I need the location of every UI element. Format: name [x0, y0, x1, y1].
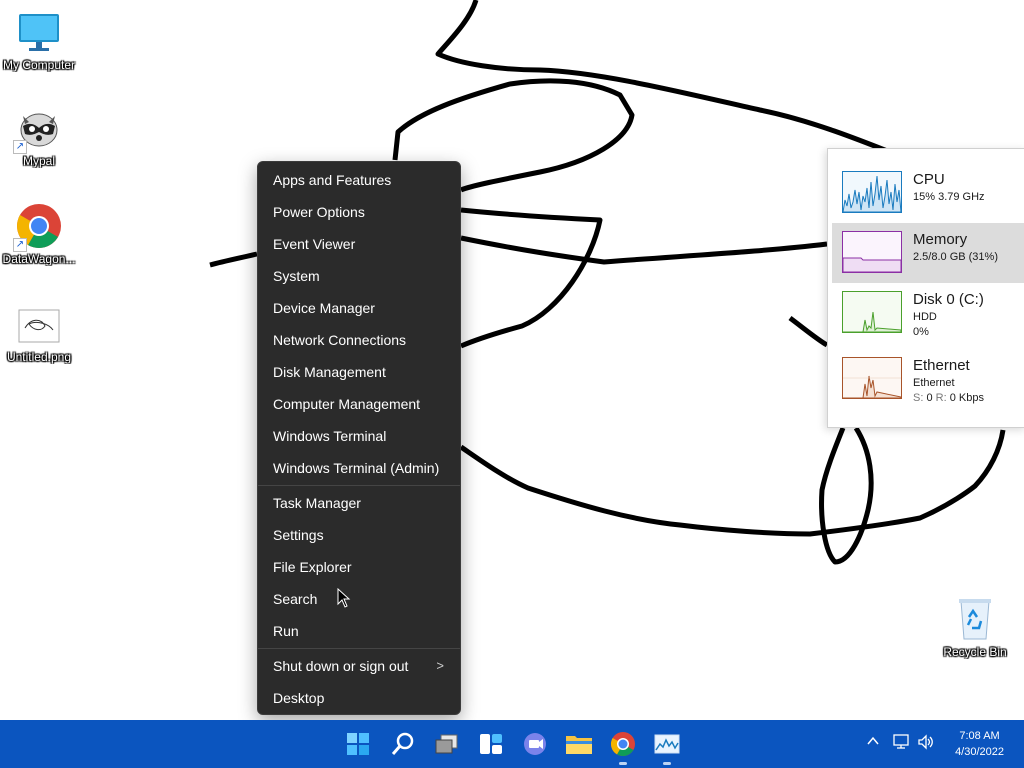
power-user-menu: Apps and Features Power Options Event Vi… [257, 161, 461, 715]
mouse-cursor-icon [337, 588, 351, 608]
menu-item-computer-management[interactable]: Computer Management [258, 388, 460, 420]
widgets-icon [480, 734, 502, 754]
image-file-icon [15, 300, 63, 348]
chevron-right-icon: > [436, 658, 444, 673]
start-button[interactable] [342, 728, 374, 760]
running-indicator [663, 762, 671, 765]
network-icon [893, 734, 909, 749]
recycle-bin-icon [951, 595, 999, 643]
clock[interactable]: 7:08 AM 4/30/2022 [955, 728, 1004, 760]
menu-item-system[interactable]: System [258, 260, 460, 292]
monitor-icon [15, 8, 63, 56]
chrome-icon [610, 732, 635, 757]
file-explorer-icon [566, 736, 592, 754]
menu-item-power-options[interactable]: Power Options [258, 196, 460, 228]
memory-usage: 2.5/8.0 GB (31%) [913, 251, 998, 263]
desktop-icon-label: Recycle Bin [943, 645, 1007, 659]
menu-item-windows-terminal-admin[interactable]: Windows Terminal (Admin) [258, 452, 460, 484]
memory-graph [842, 231, 902, 273]
running-indicator [619, 762, 627, 765]
ethernet-throughput: S: 0 R: 0 Kbps [913, 392, 984, 404]
menu-item-task-manager[interactable]: Task Manager [258, 487, 460, 519]
desktop-icon-label: Mypal [22, 154, 55, 168]
menu-item-shut-down-or-sign-out[interactable]: Shut down or sign out > [258, 650, 460, 682]
menu-item-apps-and-features[interactable]: Apps and Features [258, 164, 460, 196]
receive-value: 0 Kbps [949, 392, 984, 404]
menu-item-search[interactable]: Search [258, 583, 460, 615]
teams-chat-icon [524, 733, 546, 755]
chrome-taskbar-button[interactable] [607, 728, 639, 765]
menu-item-run[interactable]: Run [258, 615, 460, 647]
chevron-up-icon [867, 736, 879, 745]
desktop-icon-untitled-png[interactable]: Untitled.png [0, 300, 78, 364]
send-label: S: [913, 392, 924, 404]
cpu-title: CPU [913, 171, 945, 188]
widgets-button[interactable] [475, 728, 507, 760]
task-view-button[interactable] [431, 728, 463, 760]
volume-button[interactable] [917, 734, 935, 753]
perf-item-ethernet[interactable]: Ethernet Ethernet S: 0 R: 0 Kbps [832, 349, 1024, 409]
receive-label: R: [935, 392, 947, 404]
ethernet-adapter: Ethernet [913, 377, 955, 389]
file-explorer-button[interactable] [563, 728, 595, 760]
ethernet-graph [842, 357, 902, 399]
memory-title: Memory [913, 231, 968, 248]
menu-separator [258, 485, 460, 486]
menu-item-network-connections[interactable]: Network Connections [258, 324, 460, 356]
desktop-icon-label: My Computer [2, 58, 76, 72]
desktop-icon-label: Untitled.png [6, 350, 72, 364]
teams-chat-button[interactable] [519, 728, 551, 760]
desktop-icon-datawagon[interactable]: ↗ DataWagon... [0, 202, 78, 266]
taskbar: 7:08 AM 4/30/2022 [0, 720, 1024, 768]
menu-separator [258, 648, 460, 649]
task-manager-icon [654, 734, 680, 754]
menu-item-event-viewer[interactable]: Event Viewer [258, 228, 460, 260]
send-value: 0 [926, 392, 933, 404]
clock-date: 4/30/2022 [955, 746, 1004, 758]
chrome-icon: ↗ [13, 202, 63, 252]
menu-item-windows-terminal[interactable]: Windows Terminal [258, 420, 460, 452]
disk-type: HDD [913, 311, 937, 323]
shortcut-arrow-icon: ↗ [13, 140, 27, 154]
perf-item-disk[interactable]: Disk 0 (C:) HDD 0% [832, 283, 1024, 343]
cpu-usage: 15% 3.79 GHz [913, 191, 985, 203]
start-icon [347, 733, 369, 755]
cpu-graph [842, 171, 902, 213]
desktop-icon-label: DataWagon... [2, 252, 76, 266]
network-button[interactable] [892, 734, 910, 753]
perf-item-cpu[interactable]: CPU 15% 3.79 GHz [832, 163, 1024, 223]
menu-item-file-explorer[interactable]: File Explorer [258, 551, 460, 583]
task-manager-performance-panel: CPU 15% 3.79 GHz Memory 2.5/8.0 GB (31%)… [827, 148, 1024, 428]
ethernet-title: Ethernet [913, 357, 970, 374]
menu-item-desktop[interactable]: Desktop [258, 682, 460, 714]
menu-item-disk-management[interactable]: Disk Management [258, 356, 460, 388]
perf-item-memory[interactable]: Memory 2.5/8.0 GB (31%) [832, 223, 1024, 283]
menu-item-label: Shut down or sign out [273, 658, 409, 674]
task-view-icon [435, 734, 458, 754]
desktop-icon-mypal[interactable]: ↗ Mypal [0, 104, 78, 168]
disk-title: Disk 0 (C:) [913, 291, 984, 308]
show-hidden-icons-button[interactable] [866, 734, 880, 751]
disk-graph [842, 291, 902, 333]
menu-item-settings[interactable]: Settings [258, 519, 460, 551]
search-button[interactable] [387, 728, 419, 760]
clock-time: 7:08 AM [959, 730, 1000, 742]
disk-usage: 0% [913, 326, 929, 338]
shortcut-arrow-icon: ↗ [13, 238, 27, 252]
menu-item-device-manager[interactable]: Device Manager [258, 292, 460, 324]
volume-icon [918, 734, 933, 750]
desktop-icon-my-computer[interactable]: My Computer [0, 8, 78, 72]
search-icon [391, 732, 414, 755]
task-manager-taskbar-button[interactable] [651, 728, 683, 765]
desktop-icon-recycle-bin[interactable]: Recycle Bin [936, 595, 1014, 659]
raccoon-browser-icon: ↗ [13, 104, 63, 154]
